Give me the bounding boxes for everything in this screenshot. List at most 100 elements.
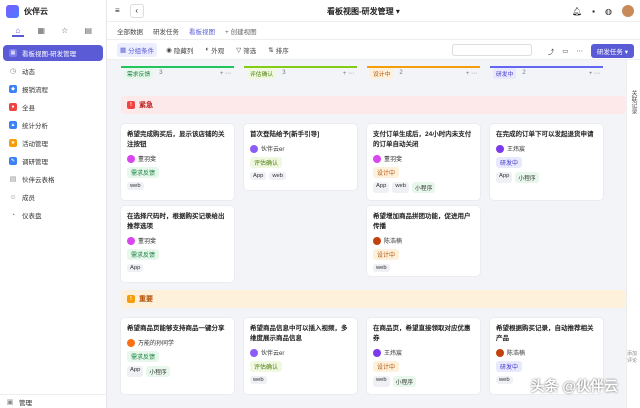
column-header-design[interactable]: 设计中 2 + ⋯ <box>367 66 480 79</box>
kanban-board: 需求反馈 3 + ⋯ 评估确认 3 + ⋯ 设计中 2 + ⋯ 研发中 2 + … <box>107 60 626 408</box>
platform-chips: web <box>373 264 474 272</box>
group-header-urgent[interactable]: ! 紧急 <box>121 96 626 114</box>
bell-icon[interactable]: 🔔︎ <box>572 7 582 16</box>
globe-icon[interactable]: ◍ <box>605 7 612 16</box>
sort-label: 排序 <box>275 47 289 55</box>
task-card[interactable]: 在商品页，希望直接领取对应优惠券 王炜宸 设计中 web 小程序 <box>367 318 480 394</box>
star-icon[interactable]: ☆ <box>59 26 71 37</box>
sidebar-item-county[interactable]: ● 全县 <box>3 99 103 115</box>
card-owner: 伙伴云er <box>250 144 351 153</box>
tab-all-data[interactable]: 全部数据 <box>117 26 143 36</box>
card-owner: 董羽斐 <box>127 154 228 163</box>
right-panel: 关联记录 添加评论 <box>626 60 640 408</box>
hide-label: 隐藏列 <box>173 47 194 55</box>
sidebar-item-dashboard[interactable]: ◔ 仪表盘 <box>3 207 103 223</box>
card-owner: 陈浩楠 <box>373 236 474 245</box>
sidebar-item-kanban[interactable]: ▦ 看板视图-研发管理 <box>3 45 103 61</box>
platform-chip: 小程序 <box>146 366 170 377</box>
task-card[interactable]: 希望增加商品拼团功能，促进用户传播 陈浩楠 设计中 web <box>367 206 480 276</box>
column-header-evaluate[interactable]: 评估确认 3 + ⋯ <box>244 66 357 79</box>
tab-rd-tasks[interactable]: 研发任务 <box>153 26 179 36</box>
back-button[interactable]: ‹ <box>129 3 144 18</box>
sidebar-item-label: 仪表盘 <box>22 213 42 220</box>
group-label: 重要 <box>139 296 153 303</box>
column-actions[interactable]: + ⋯ <box>343 70 354 77</box>
search-input[interactable] <box>452 44 532 56</box>
owner-name: 董羽斐 <box>138 157 157 163</box>
task-card[interactable]: 首次登陆给予[新手引导] 伙伴云er 评估确认 App web <box>244 124 357 190</box>
column-actions[interactable]: + ⋯ <box>466 70 477 77</box>
appearance-button[interactable]: ◐ 外观 <box>202 43 227 57</box>
manage-button[interactable]: ▣ 管理 <box>0 394 107 408</box>
task-card[interactable]: 希望商品页能够支持商品一键分享 万能的孙同学 需求反馈 App 小程序 <box>121 318 234 394</box>
avatar <box>496 348 504 357</box>
more-icon[interactable]: ⋯ <box>576 47 583 55</box>
hide-columns-button[interactable]: ◉ 隐藏列 <box>163 43 196 57</box>
sidebar-item-survey[interactable]: ✎ 调研管理 <box>3 153 103 169</box>
menu-icon[interactable]: ≡ <box>115 6 120 15</box>
add-comment-button[interactable]: 添加评论 <box>626 350 638 364</box>
card-owner: 伙伴云er <box>250 348 351 357</box>
top-right-actions: 🔔︎ ▪ ◍ <box>572 5 634 17</box>
create-view-button[interactable]: + 创建视图 <box>225 26 257 36</box>
page-title[interactable]: 看板视图-研发管理 ▾ <box>327 6 400 17</box>
table-view-icon[interactable]: ▤ <box>82 26 94 37</box>
group-header-important[interactable]: ! 重要 <box>121 290 626 308</box>
owner-name: 董羽斐 <box>384 157 403 163</box>
platform-chips: App 小程序 <box>127 366 228 377</box>
sidebar-item-activity[interactable]: ◷ 动态 <box>3 63 103 79</box>
task-card[interactable]: 在选择尺码时，根据购买记录给出推荐选项 董羽斐 需求反馈 App <box>121 206 234 282</box>
sidebar-item-reimburse[interactable]: ◆ 报销流程 <box>3 81 103 97</box>
card-title: 在选择尺码时，根据购买记录给出推荐选项 <box>127 213 225 230</box>
briefcase-icon[interactable]: ▪ <box>592 7 595 16</box>
sidebar-item-label: 全县 <box>22 105 35 112</box>
owner-name: 伙伴云er <box>261 351 285 357</box>
watermark: 头条 @伙伴云 <box>530 378 618 394</box>
lock-icon[interactable]: ▭ <box>562 47 568 55</box>
owner-name: 万能的孙同学 <box>138 341 175 347</box>
sidebar-list: ▦ 看板视图-研发管理 ◷ 动态 ◆ 报销流程 ● 全县 ▲ 统计分析 ★ 活动… <box>0 45 106 223</box>
task-card[interactable]: 希望完成购买后，显示该店铺的关注按钮 董羽斐 需求反馈 web <box>121 124 234 200</box>
column-header-feedback[interactable]: 需求反馈 3 + ⋯ <box>121 66 234 79</box>
card-title: 希望商品信息中可以插入视频，多维度展示商品信息 <box>250 325 348 342</box>
card-title: 希望完成购买后，显示该店铺的关注按钮 <box>127 131 225 148</box>
sidebar-item-events[interactable]: ★ 活动管理 <box>3 135 103 151</box>
sort-button[interactable]: ⇅ 排序 <box>265 43 291 57</box>
share-icon[interactable]: ⤴ <box>548 46 555 56</box>
group-condition-button[interactable]: ▦ 分组条件 <box>117 42 158 57</box>
sidebar: 伙伴云 ⌂ ▦ ☆ ▤ ▦ 看板视图-研发管理 ◷ 动态 ◆ 报销流程 ● 全县… <box>0 0 107 408</box>
column-actions[interactable]: + ⋯ <box>589 70 600 77</box>
sidebar-item-table[interactable]: ▤ 伙伴云表格 <box>3 171 103 187</box>
column-name: 设计中 <box>370 67 394 79</box>
platform-chips: App web <box>250 172 351 180</box>
card-owner: 董羽斐 <box>373 154 474 163</box>
tab-kanban[interactable]: 看板视图 <box>189 26 215 36</box>
task-card[interactable]: 希望商品信息中可以插入视频，多维度展示商品信息 伙伴云er 评估确认 web <box>244 318 357 394</box>
related-records-tab[interactable]: 关联记录 <box>629 90 638 114</box>
column-actions[interactable]: + ⋯ <box>220 70 231 77</box>
platform-chip: web <box>496 376 513 384</box>
home-icon[interactable]: ⌂ <box>11 26 24 37</box>
avatar <box>127 236 135 245</box>
sidebar-item-label: 调研管理 <box>22 159 48 166</box>
status-badge: 评估确认 <box>250 157 283 168</box>
settings-icon: ▣ <box>6 398 14 406</box>
task-card[interactable]: 支付订单生成后，24小时内未支付的订单自动关闭 董羽斐 设计中 App web 小程… <box>367 124 480 200</box>
card-owner: 陈浩楠 <box>496 348 597 357</box>
avatar <box>373 236 381 245</box>
sidebar-item-label: 报销流程 <box>22 87 48 94</box>
kanban-icon: ▦ <box>9 49 17 57</box>
column-count: 2 <box>522 70 526 76</box>
grid-icon[interactable]: ▦ <box>35 26 47 37</box>
column-header-dev[interactable]: 研发中 2 + ⋯ <box>490 66 603 79</box>
sidebar-item-members[interactable]: ☺ 成员 <box>3 189 103 205</box>
filter-button[interactable]: ▽ 筛选 <box>233 43 259 57</box>
status-badge: 研发中 <box>496 361 523 372</box>
task-card[interactable]: 在完成的订单下可以发起退货申请 王炜宸 研发中 App 小程序 <box>490 124 603 200</box>
avatar[interactable] <box>622 5 634 17</box>
sidebar-item-label: 看板视图-研发管理 <box>22 51 77 58</box>
rd-task-button[interactable]: 研发任务 ▾ <box>590 44 634 58</box>
manage-label: 管理 <box>19 399 32 407</box>
sidebar-item-stats[interactable]: ▲ 统计分析 <box>3 117 103 133</box>
status-badge: 设计中 <box>373 361 400 372</box>
